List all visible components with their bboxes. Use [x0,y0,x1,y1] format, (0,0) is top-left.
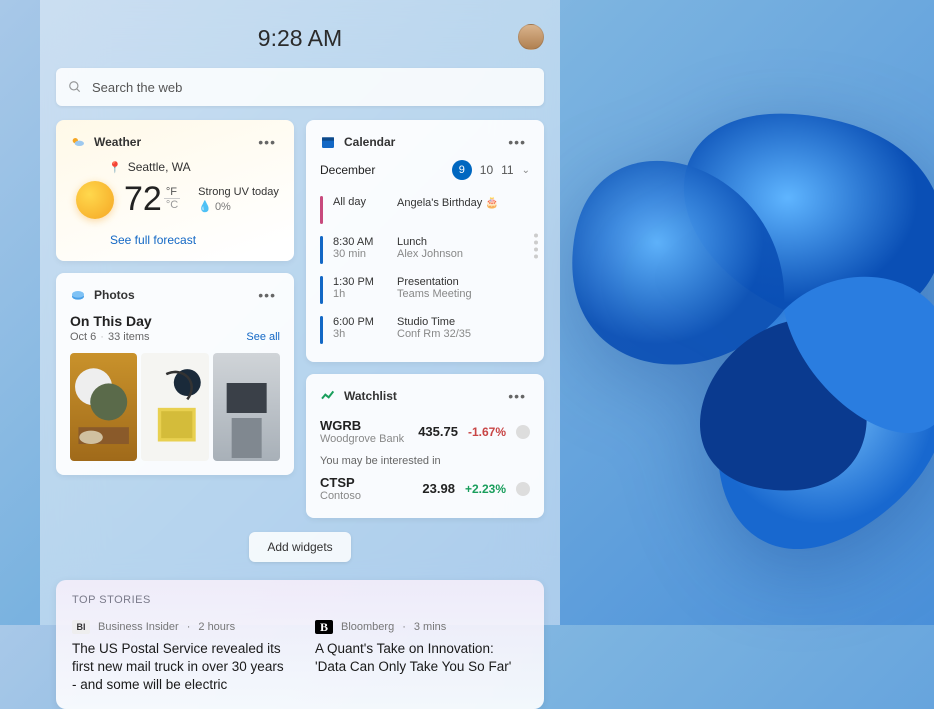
photos-widget[interactable]: Photos ••• On This Day Oct 6 · 33 items … [56,273,294,475]
see-all-link[interactable]: See all [246,331,280,343]
news-story[interactable]: BI Business Insider · 2 hours The US Pos… [72,620,285,695]
photos-date: Oct 6 [70,331,96,343]
calendar-menu-button[interactable]: ••• [504,132,530,152]
event-title: Lunch [397,236,463,248]
calendar-event[interactable]: All day Angela's Birthday 🎂 [320,190,530,230]
stock-row[interactable]: WGRB Woodgrove Bank 435.75 -1.67% [320,414,530,449]
photos-count: 33 items [108,331,150,343]
calendar-month[interactable]: December [320,163,375,177]
source-logo-icon: B [315,620,333,634]
watchlist-title: Watchlist [344,389,397,403]
source-name: Business Insider [98,621,179,633]
search-input[interactable]: Search the web [56,68,544,106]
ticker-symbol: WGRB [320,418,404,433]
price-change: +2.23% [465,482,506,496]
event-color-bar [320,236,323,264]
full-forecast-link[interactable]: See full forecast [110,233,196,247]
watchlist-widget[interactable]: Watchlist ••• WGRB Woodgrove Bank 435.75… [306,374,544,518]
event-title: Presentation [397,276,472,288]
calendar-event[interactable]: 6:00 PM3h Studio TimeConf Rm 32/35 [320,310,530,350]
calendar-event[interactable]: 8:30 AM30 min LunchAlex Johnson [320,230,530,270]
weather-location: 📍 Seattle, WA [108,160,280,174]
interest-label: You may be interested in [320,455,530,467]
panel-header: 9:28 AM [56,18,544,58]
sparkline-icon [516,425,530,439]
news-story[interactable]: B Bloomberg · 3 mins A Quant's Take on I… [315,620,528,695]
weather-condition: Strong UV today [198,186,279,198]
user-avatar[interactable] [518,24,544,50]
photo-thumb[interactable] [141,353,208,461]
widgets-panel: 9:28 AM Search the web Weather ••• 📍 Sea… [40,0,560,625]
source-logo-icon: BI [72,620,90,634]
weather-icon [70,134,86,150]
date-selected[interactable]: 9 [452,160,472,180]
sun-icon [76,181,114,219]
weather-menu-button[interactable]: ••• [254,132,280,152]
search-placeholder: Search the web [92,80,182,95]
calendar-widget[interactable]: Calendar ••• December 9 10 11 ⌄ All day … [306,120,544,362]
story-age: 3 mins [414,621,446,633]
event-time: 1:30 PM [333,276,387,288]
news-widget[interactable]: TOP STORIES BI Business Insider · 2 hour… [56,580,544,709]
weather-widget[interactable]: Weather ••• 📍 Seattle, WA 72 °F °C [56,120,294,261]
location-pin-icon: 📍 [108,161,122,174]
date-option[interactable]: 10 [480,163,493,177]
photos-headline: On This Day [70,313,280,329]
temperature: 72 °F °C [124,180,180,219]
story-headline: The US Postal Service revealed its first… [72,640,285,695]
event-subtitle: Alex Johnson [397,248,463,260]
story-age: 2 hours [198,621,235,633]
stocks-icon [320,388,336,404]
watchlist-menu-button[interactable]: ••• [504,386,530,406]
add-widgets-button[interactable]: Add widgets [249,532,350,562]
event-color-bar [320,196,323,224]
unit-celsius[interactable]: °C [164,199,180,211]
weather-title: Weather [94,135,141,149]
photos-menu-button[interactable]: ••• [254,285,280,305]
clock: 9:28 AM [258,25,342,52]
precipitation: 💧 0% [198,200,279,213]
stock-price: 23.98 [422,481,455,496]
calendar-title: Calendar [344,135,395,149]
photos-title: Photos [94,288,135,302]
event-subtitle: Teams Meeting [397,288,472,300]
event-subtitle: Conf Rm 32/35 [397,328,471,340]
event-time: 8:30 AM [333,236,387,248]
event-list: All day Angela's Birthday 🎂 8:30 AM30 mi… [320,190,530,350]
event-color-bar [320,316,323,344]
top-stories-label: TOP STORIES [72,594,528,606]
event-title: Angela's Birthday 🎂 [397,196,499,209]
event-duration: 3h [333,328,387,340]
photo-thumb[interactable] [70,353,137,461]
sparkline-icon [516,482,530,496]
price-change: -1.67% [468,425,506,439]
unit-fahrenheit[interactable]: °F [164,186,180,199]
company-name: Contoso [320,490,361,502]
event-duration: 30 min [333,248,387,260]
source-name: Bloomberg [341,621,394,633]
ticker-symbol: CTSP [320,475,361,490]
stock-price: 435.75 [418,424,458,439]
bloom-graphic [534,60,934,560]
calendar-event[interactable]: 1:30 PM1h PresentationTeams Meeting [320,270,530,310]
company-name: Woodgrove Bank [320,433,404,445]
event-time: All day [333,196,387,208]
stock-row[interactable]: CTSP Contoso 23.98 +2.23% [320,471,530,506]
photos-icon [70,287,86,303]
event-duration: 1h [333,288,387,300]
calendar-icon [320,134,336,150]
event-title: Studio Time [397,316,471,328]
search-icon [68,80,82,94]
photo-thumb[interactable] [213,353,280,461]
date-option[interactable]: 11 [501,163,513,177]
photo-thumbnails [70,353,280,461]
scroll-indicator [534,234,538,259]
event-time: 6:00 PM [333,316,387,328]
story-headline: A Quant's Take on Innovation: 'Data Can … [315,640,528,676]
event-color-bar [320,276,323,304]
date-picker: 9 10 11 ⌄ [452,160,530,180]
chevron-down-icon[interactable]: ⌄ [522,165,530,176]
